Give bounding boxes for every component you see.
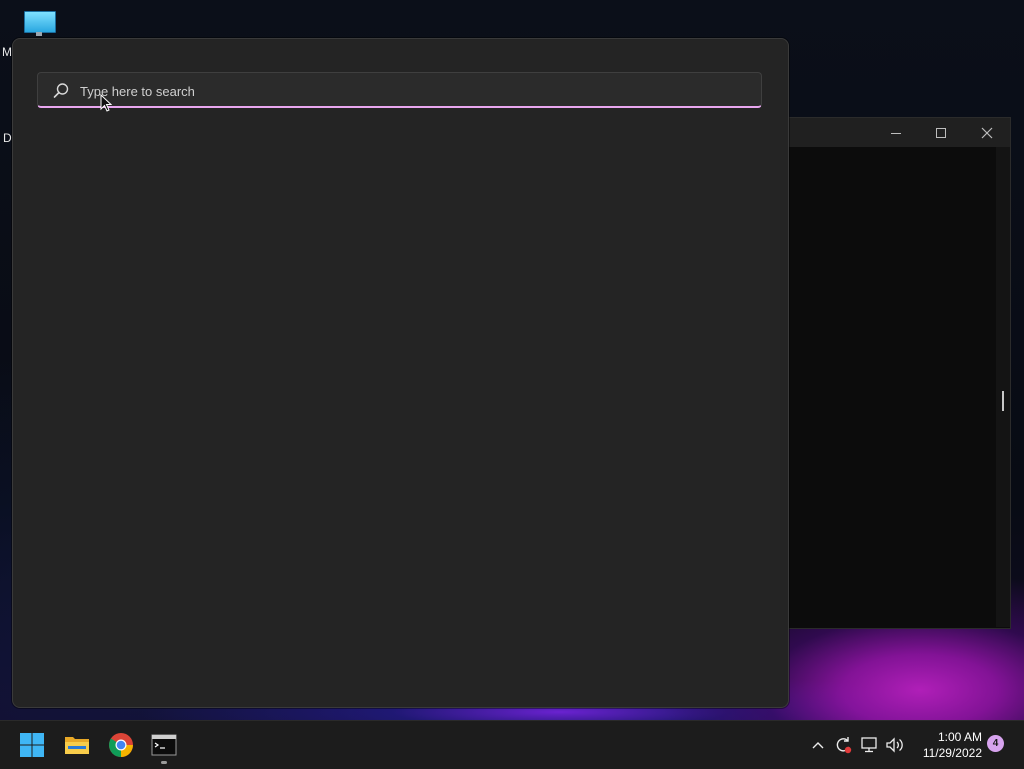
notification-badge[interactable]: 4 [987, 735, 1004, 752]
volume-icon[interactable] [884, 721, 906, 769]
clock-time: 1:00 AM [937, 730, 982, 744]
desktop-icon-label[interactable]: D [3, 131, 12, 145]
file-explorer-button[interactable] [57, 725, 97, 765]
chrome-icon [109, 733, 133, 757]
background-window[interactable] [760, 117, 1011, 629]
clock[interactable]: 1:00 AM 11/29/2022 [912, 729, 982, 761]
window-titlebar[interactable] [761, 118, 1010, 147]
terminal-button[interactable] [144, 725, 184, 765]
chevron-up-icon[interactable] [808, 721, 828, 769]
mouse-cursor-icon [100, 93, 113, 112]
scrollbar-thumb[interactable] [1002, 391, 1004, 411]
search-icon [52, 82, 70, 100]
windows-logo-icon [20, 733, 44, 757]
taskbar: 1:00 AM 11/29/2022 [0, 720, 1024, 769]
folder-icon [65, 737, 89, 754]
clock-date: 11/29/2022 [922, 746, 982, 760]
chrome-button[interactable] [101, 725, 141, 765]
search-input[interactable] [78, 73, 752, 109]
start-search-panel [12, 38, 789, 708]
start-button[interactable] [12, 725, 52, 765]
maximize-icon[interactable] [918, 118, 964, 147]
search-box[interactable] [37, 72, 762, 109]
monitor-icon [24, 11, 56, 33]
network-icon[interactable] [859, 721, 881, 769]
sync-icon[interactable] [832, 721, 854, 769]
minimize-icon[interactable] [873, 118, 919, 147]
desktop-icon-label[interactable]: M [2, 45, 12, 59]
close-icon[interactable] [964, 118, 1010, 147]
this-pc-desktop-icon[interactable] [22, 9, 56, 39]
terminal-icon [151, 734, 177, 756]
scrollbar[interactable] [996, 147, 1010, 627]
running-indicator [161, 761, 167, 764]
